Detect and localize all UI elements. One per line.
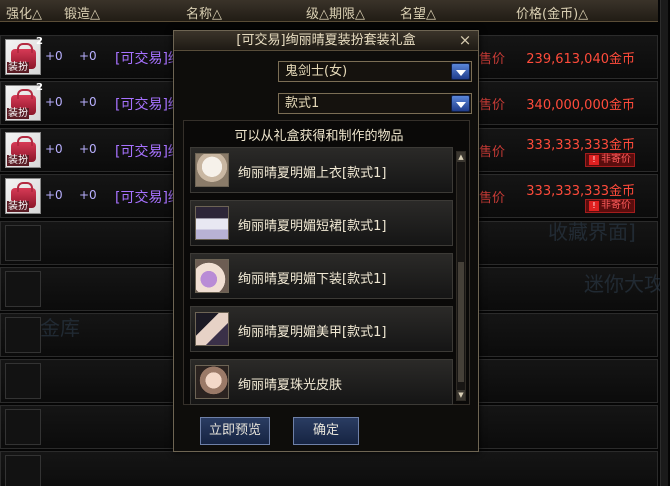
empty-row <box>0 451 658 486</box>
close-icon[interactable]: × <box>458 32 472 48</box>
dialog-title-bar[interactable]: [可交易]绚丽晴夏装扮套装礼盒 × <box>174 31 478 51</box>
empty-slot <box>5 225 41 261</box>
scroll-thumb[interactable] <box>458 262 464 382</box>
gift-bag-icon: 装扮 2 <box>5 36 43 75</box>
nail-icon <box>195 312 229 346</box>
background-text: 迷你大攻 <box>584 272 664 296</box>
forge-value: +0 <box>79 142 97 156</box>
scroll-up-icon[interactable]: ▲ <box>457 152 465 162</box>
enhance-value: +0 <box>45 188 63 202</box>
price-value: 333,333,333金币 <box>526 184 635 199</box>
chevron-down-icon[interactable] <box>451 95 470 112</box>
style-select[interactable]: 款式1 <box>278 93 472 114</box>
confirm-button[interactable]: 确定 <box>293 417 359 445</box>
column-header: 强化△ 锻造△ 名称△ 级△期限△ 名望△ 价格(金币)△ <box>0 0 658 22</box>
stack-count: 2 <box>36 82 43 93</box>
forge-value: +0 <box>79 188 97 202</box>
col-fame[interactable]: 名望△ <box>400 3 436 22</box>
price-value: 239,613,040金币 <box>526 52 635 67</box>
col-name[interactable]: 名称△ <box>186 3 222 22</box>
list-scrollbar[interactable] <box>660 0 668 486</box>
scroll-down-icon[interactable]: ▼ <box>457 390 465 400</box>
price-type: 售价 <box>479 52 506 67</box>
empty-slot <box>5 271 41 307</box>
col-price[interactable]: 价格(金币)△ <box>516 3 588 22</box>
empty-slot <box>5 363 41 399</box>
item-label: 绚丽晴夏明媚短裙[款式1] <box>238 219 387 234</box>
empty-slot <box>5 317 41 353</box>
list-item[interactable]: 绚丽晴夏珠光皮肤 <box>190 359 453 405</box>
gift-bag-icon: 装扮 <box>5 178 41 214</box>
item-label: 绚丽晴夏明媚上衣[款式1] <box>238 166 387 181</box>
col-level-limit[interactable]: 级△期限△ <box>306 3 365 22</box>
panel-scrollbar[interactable]: ▲ ▼ <box>456 151 466 401</box>
pants-icon <box>195 259 229 293</box>
skin-icon <box>195 365 229 399</box>
item-label: 绚丽晴夏明媚美甲[款式1] <box>238 325 387 340</box>
item-label: 绚丽晴夏明媚下装[款式1] <box>238 272 387 287</box>
list-item[interactable]: 绚丽晴夏明媚短裙[款式1] <box>190 200 453 246</box>
panel-header: 可以从礼盒获得和制作的物品 <box>234 129 404 144</box>
price-value: 333,333,333金币 <box>526 138 635 153</box>
non-consign-badge: ! 非寄价 <box>585 199 635 213</box>
price-type: 售价 <box>479 191 506 206</box>
enhance-value: +0 <box>45 49 63 63</box>
empty-slot <box>5 455 41 486</box>
list-item[interactable]: 绚丽晴夏明媚下装[款式1] <box>190 253 453 299</box>
skirt-icon <box>195 206 229 240</box>
style-select-value: 款式1 <box>285 96 320 111</box>
chevron-down-icon[interactable] <box>451 63 470 80</box>
price-value: 340,000,000金币 <box>526 98 635 113</box>
price-type: 售价 <box>479 98 506 113</box>
non-consign-badge: ! 非寄价 <box>585 153 635 167</box>
item-name: [可交易]绚 <box>115 190 182 206</box>
enhance-value: +0 <box>45 142 63 156</box>
items-panel: 可以从礼盒获得和制作的物品 绚丽晴夏明媚上衣[款式1] 绚丽晴夏明媚短裙[款式1… <box>183 120 470 405</box>
job-select-value: 鬼剑士(女) <box>285 64 348 79</box>
gift-box-dialog: [可交易]绚丽晴夏装扮套装礼盒 × 鬼剑士(女) 款式1 可以从礼盒获得和制作的… <box>173 30 479 452</box>
forge-value: +0 <box>79 95 97 109</box>
item-label: 绚丽晴夏珠光皮肤 <box>238 378 343 393</box>
gift-bag-icon: 装扮 2 <box>5 82 43 121</box>
gift-bag-icon: 装扮 <box>5 132 41 168</box>
forge-value: +0 <box>79 49 97 63</box>
preview-button[interactable]: 立即预览 <box>200 417 270 445</box>
col-forge[interactable]: 锻造△ <box>64 3 100 22</box>
stack-count: 2 <box>36 36 43 47</box>
item-name: [可交易]绚 <box>115 144 182 160</box>
job-select[interactable]: 鬼剑士(女) <box>278 61 472 82</box>
empty-slot <box>5 409 41 445</box>
background-text: 金库 <box>40 316 80 340</box>
list-item[interactable]: 绚丽晴夏明媚上衣[款式1] <box>190 147 453 193</box>
list-item[interactable]: 绚丽晴夏明媚美甲[款式1] <box>190 306 453 352</box>
background-text: 收藏界面] <box>548 220 636 244</box>
price-type: 售价 <box>479 145 506 160</box>
coat-icon <box>195 153 229 187</box>
col-enhance[interactable]: 强化△ <box>6 3 42 22</box>
enhance-value: +0 <box>45 95 63 109</box>
dialog-title: [可交易]绚丽晴夏装扮套装礼盒 <box>236 33 416 48</box>
